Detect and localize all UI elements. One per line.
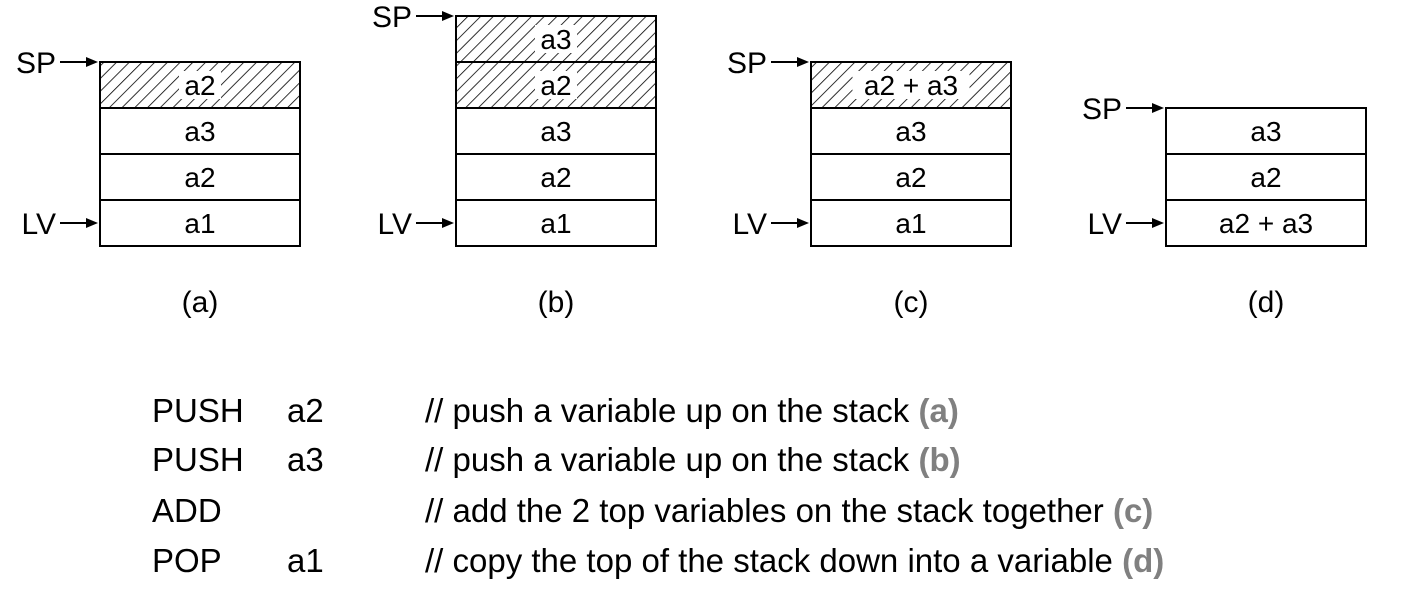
figure-reference: (a): [918, 392, 959, 429]
code-op: PUSH: [152, 392, 244, 429]
comment-text: // add the 2 top variables on the stack …: [425, 492, 1104, 529]
code-comment: // push a variable up on the stack (a): [425, 391, 959, 431]
code-arg: a3: [287, 441, 324, 478]
code-comment: // push a variable up on the stack (b): [425, 440, 961, 480]
code-listing: PUSH a2 // push a variable up on the sta…: [0, 0, 1412, 600]
comment-text: // push a variable up on the stack: [425, 392, 910, 429]
figure-reference: (b): [918, 441, 961, 478]
figure-reference: (c): [1112, 492, 1154, 529]
comment-text: // copy the top of the stack down into a…: [425, 542, 1113, 579]
figure-reference: (d): [1122, 542, 1165, 579]
code-op: PUSH: [152, 441, 244, 478]
code-comment: // copy the top of the stack down into a…: [425, 541, 1164, 581]
comment-text: // push a variable up on the stack: [425, 441, 910, 478]
code-arg: a1: [287, 542, 324, 579]
code-op: ADD: [152, 492, 222, 529]
code-op: POP: [152, 542, 222, 579]
code-comment: // add the 2 top variables on the stack …: [425, 491, 1153, 531]
code-arg: a2: [287, 392, 324, 429]
